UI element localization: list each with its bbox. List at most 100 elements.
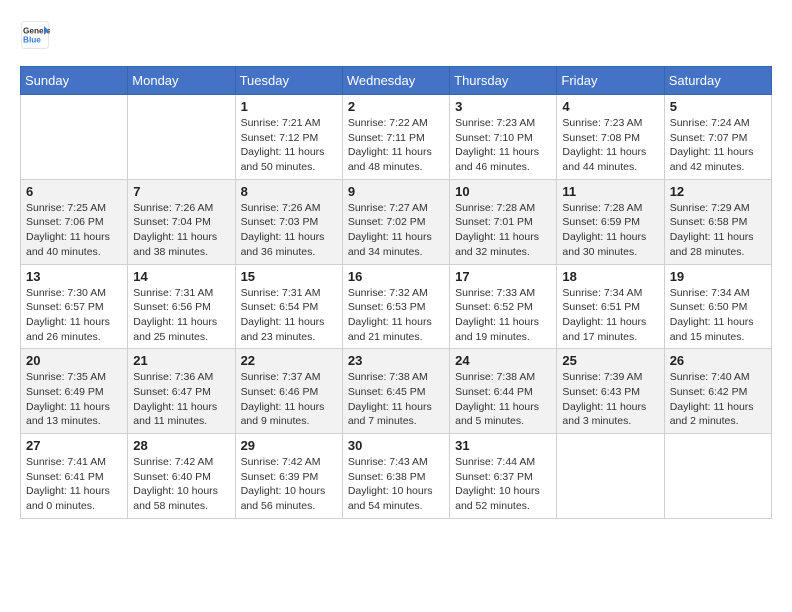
day-number: 11	[562, 184, 658, 199]
calendar-cell: 6Sunrise: 7:25 AMSunset: 7:06 PMDaylight…	[21, 179, 128, 264]
calendar-header-monday: Monday	[128, 67, 235, 95]
calendar-cell: 18Sunrise: 7:34 AMSunset: 6:51 PMDayligh…	[557, 264, 664, 349]
calendar-cell: 22 Sunrise: 7:37 AMSunset: 6:46 PMDayligh…	[235, 349, 342, 434]
day-info: Sunrise: 7:34 AMSunset: 6:50 PMDaylight:…	[670, 286, 766, 345]
day-number: 22	[241, 353, 337, 368]
day-info: Sunrise: 7:26 AMSunset: 7:03 PMDaylight:…	[241, 201, 337, 260]
day-number: 2	[348, 99, 444, 114]
day-number: 7	[133, 184, 229, 199]
calendar-week-row: 6Sunrise: 7:25 AMSunset: 7:06 PMDaylight…	[21, 179, 772, 264]
svg-text:Blue: Blue	[23, 36, 41, 45]
day-info: Sunrise: 7:31 AMSunset: 6:54 PMDaylight:…	[241, 286, 337, 345]
calendar-header-thursday: Thursday	[450, 67, 557, 95]
logo: General Blue	[20, 20, 50, 50]
day-number: 21	[133, 353, 229, 368]
calendar-cell: 17 Sunrise: 7:33 AMSunset: 6:52 PMDayligh…	[450, 264, 557, 349]
page-header: General Blue	[20, 20, 772, 50]
calendar-cell: 3 Sunrise: 7:23 AMSunset: 7:10 PMDaylight…	[450, 95, 557, 180]
calendar-cell: 25Sunrise: 7:39 AMSunset: 6:43 PMDayligh…	[557, 349, 664, 434]
day-info: Sunrise: 7:36 AMSunset: 6:47 PMDaylight:…	[133, 370, 229, 429]
calendar-cell	[557, 434, 664, 519]
day-number: 8	[241, 184, 337, 199]
day-info: Sunrise: 7:41 AMSunset: 6:41 PMDaylight:…	[26, 455, 122, 514]
logo-icon: General Blue	[20, 20, 50, 50]
calendar-cell: 24 Sunrise: 7:38 AMSunset: 6:44 PMDayligh…	[450, 349, 557, 434]
calendar-cell: 9 Sunrise: 7:27 AMSunset: 7:02 PMDaylight…	[342, 179, 449, 264]
day-number: 18	[562, 269, 658, 284]
calendar-cell: 2 Sunrise: 7:22 AMSunset: 7:11 PMDaylight…	[342, 95, 449, 180]
calendar-cell	[128, 95, 235, 180]
calendar-header-saturday: Saturday	[664, 67, 771, 95]
day-number: 31	[455, 438, 551, 453]
day-info: Sunrise: 7:21 AMSunset: 7:12 PMDaylight:…	[241, 116, 337, 175]
day-number: 9	[348, 184, 444, 199]
day-number: 30	[348, 438, 444, 453]
calendar-cell: 27 Sunrise: 7:41 AMSunset: 6:41 PMDayligh…	[21, 434, 128, 519]
day-info: Sunrise: 7:27 AMSunset: 7:02 PMDaylight:…	[348, 201, 444, 260]
day-number: 27	[26, 438, 122, 453]
day-number: 6	[26, 184, 122, 199]
day-info: Sunrise: 7:23 AMSunset: 7:08 PMDaylight:…	[562, 116, 658, 175]
day-info: Sunrise: 7:33 AMSunset: 6:52 PMDaylight:…	[455, 286, 551, 345]
calendar-cell: 13 Sunrise: 7:30 AMSunset: 6:57 PMDayligh…	[21, 264, 128, 349]
day-info: Sunrise: 7:40 AMSunset: 6:42 PMDaylight:…	[670, 370, 766, 429]
day-number: 17	[455, 269, 551, 284]
calendar-week-row: 27 Sunrise: 7:41 AMSunset: 6:41 PMDayligh…	[21, 434, 772, 519]
calendar-week-row: 1 Sunrise: 7:21 AMSunset: 7:12 PMDaylight…	[21, 95, 772, 180]
day-info: Sunrise: 7:31 AMSunset: 6:56 PMDaylight:…	[133, 286, 229, 345]
calendar-cell: 26 Sunrise: 7:40 AMSunset: 6:42 PMDayligh…	[664, 349, 771, 434]
calendar-header-sunday: Sunday	[21, 67, 128, 95]
calendar-week-row: 20 Sunrise: 7:35 AMSunset: 6:49 PMDayligh…	[21, 349, 772, 434]
calendar-cell: 30 Sunrise: 7:43 AMSunset: 6:38 PMDayligh…	[342, 434, 449, 519]
day-info: Sunrise: 7:26 AMSunset: 7:04 PMDaylight:…	[133, 201, 229, 260]
calendar-cell: 19 Sunrise: 7:34 AMSunset: 6:50 PMDayligh…	[664, 264, 771, 349]
day-info: Sunrise: 7:44 AMSunset: 6:37 PMDaylight:…	[455, 455, 551, 514]
day-info: Sunrise: 7:37 AMSunset: 6:46 PMDaylight:…	[241, 370, 337, 429]
day-number: 28	[133, 438, 229, 453]
day-number: 15	[241, 269, 337, 284]
day-info: Sunrise: 7:42 AMSunset: 6:40 PMDaylight:…	[133, 455, 229, 514]
day-info: Sunrise: 7:24 AMSunset: 7:07 PMDaylight:…	[670, 116, 766, 175]
day-info: Sunrise: 7:42 AMSunset: 6:39 PMDaylight:…	[241, 455, 337, 514]
day-number: 26	[670, 353, 766, 368]
day-number: 3	[455, 99, 551, 114]
calendar-table: SundayMondayTuesdayWednesdayThursdayFrid…	[20, 66, 772, 519]
calendar-cell: 8 Sunrise: 7:26 AMSunset: 7:03 PMDaylight…	[235, 179, 342, 264]
calendar-cell: 28 Sunrise: 7:42 AMSunset: 6:40 PMDayligh…	[128, 434, 235, 519]
day-number: 19	[670, 269, 766, 284]
calendar-cell: 29 Sunrise: 7:42 AMSunset: 6:39 PMDayligh…	[235, 434, 342, 519]
day-info: Sunrise: 7:29 AMSunset: 6:58 PMDaylight:…	[670, 201, 766, 260]
day-info: Sunrise: 7:35 AMSunset: 6:49 PMDaylight:…	[26, 370, 122, 429]
calendar-cell: 21 Sunrise: 7:36 AMSunset: 6:47 PMDayligh…	[128, 349, 235, 434]
calendar-header-friday: Friday	[557, 67, 664, 95]
day-number: 24	[455, 353, 551, 368]
day-number: 5	[670, 99, 766, 114]
day-info: Sunrise: 7:39 AMSunset: 6:43 PMDaylight:…	[562, 370, 658, 429]
day-number: 1	[241, 99, 337, 114]
day-number: 20	[26, 353, 122, 368]
calendar-cell: 7 Sunrise: 7:26 AMSunset: 7:04 PMDaylight…	[128, 179, 235, 264]
day-info: Sunrise: 7:32 AMSunset: 6:53 PMDaylight:…	[348, 286, 444, 345]
calendar-cell: 10 Sunrise: 7:28 AMSunset: 7:01 PMDayligh…	[450, 179, 557, 264]
calendar-cell	[21, 95, 128, 180]
calendar-cell: 23Sunrise: 7:38 AMSunset: 6:45 PMDayligh…	[342, 349, 449, 434]
day-number: 13	[26, 269, 122, 284]
day-info: Sunrise: 7:30 AMSunset: 6:57 PMDaylight:…	[26, 286, 122, 345]
calendar-cell: 12 Sunrise: 7:29 AMSunset: 6:58 PMDayligh…	[664, 179, 771, 264]
day-number: 10	[455, 184, 551, 199]
calendar-cell: 4 Sunrise: 7:23 AMSunset: 7:08 PMDaylight…	[557, 95, 664, 180]
day-number: 4	[562, 99, 658, 114]
calendar-cell: 31 Sunrise: 7:44 AMSunset: 6:37 PMDayligh…	[450, 434, 557, 519]
calendar-cell: 15 Sunrise: 7:31 AMSunset: 6:54 PMDayligh…	[235, 264, 342, 349]
calendar-header-tuesday: Tuesday	[235, 67, 342, 95]
day-info: Sunrise: 7:23 AMSunset: 7:10 PMDaylight:…	[455, 116, 551, 175]
day-info: Sunrise: 7:22 AMSunset: 7:11 PMDaylight:…	[348, 116, 444, 175]
day-number: 12	[670, 184, 766, 199]
calendar-cell: 14Sunrise: 7:31 AMSunset: 6:56 PMDayligh…	[128, 264, 235, 349]
day-info: Sunrise: 7:28 AMSunset: 7:01 PMDaylight:…	[455, 201, 551, 260]
day-info: Sunrise: 7:38 AMSunset: 6:45 PMDaylight:…	[348, 370, 444, 429]
day-number: 29	[241, 438, 337, 453]
day-info: Sunrise: 7:43 AMSunset: 6:38 PMDaylight:…	[348, 455, 444, 514]
day-info: Sunrise: 7:38 AMSunset: 6:44 PMDaylight:…	[455, 370, 551, 429]
calendar-cell	[664, 434, 771, 519]
